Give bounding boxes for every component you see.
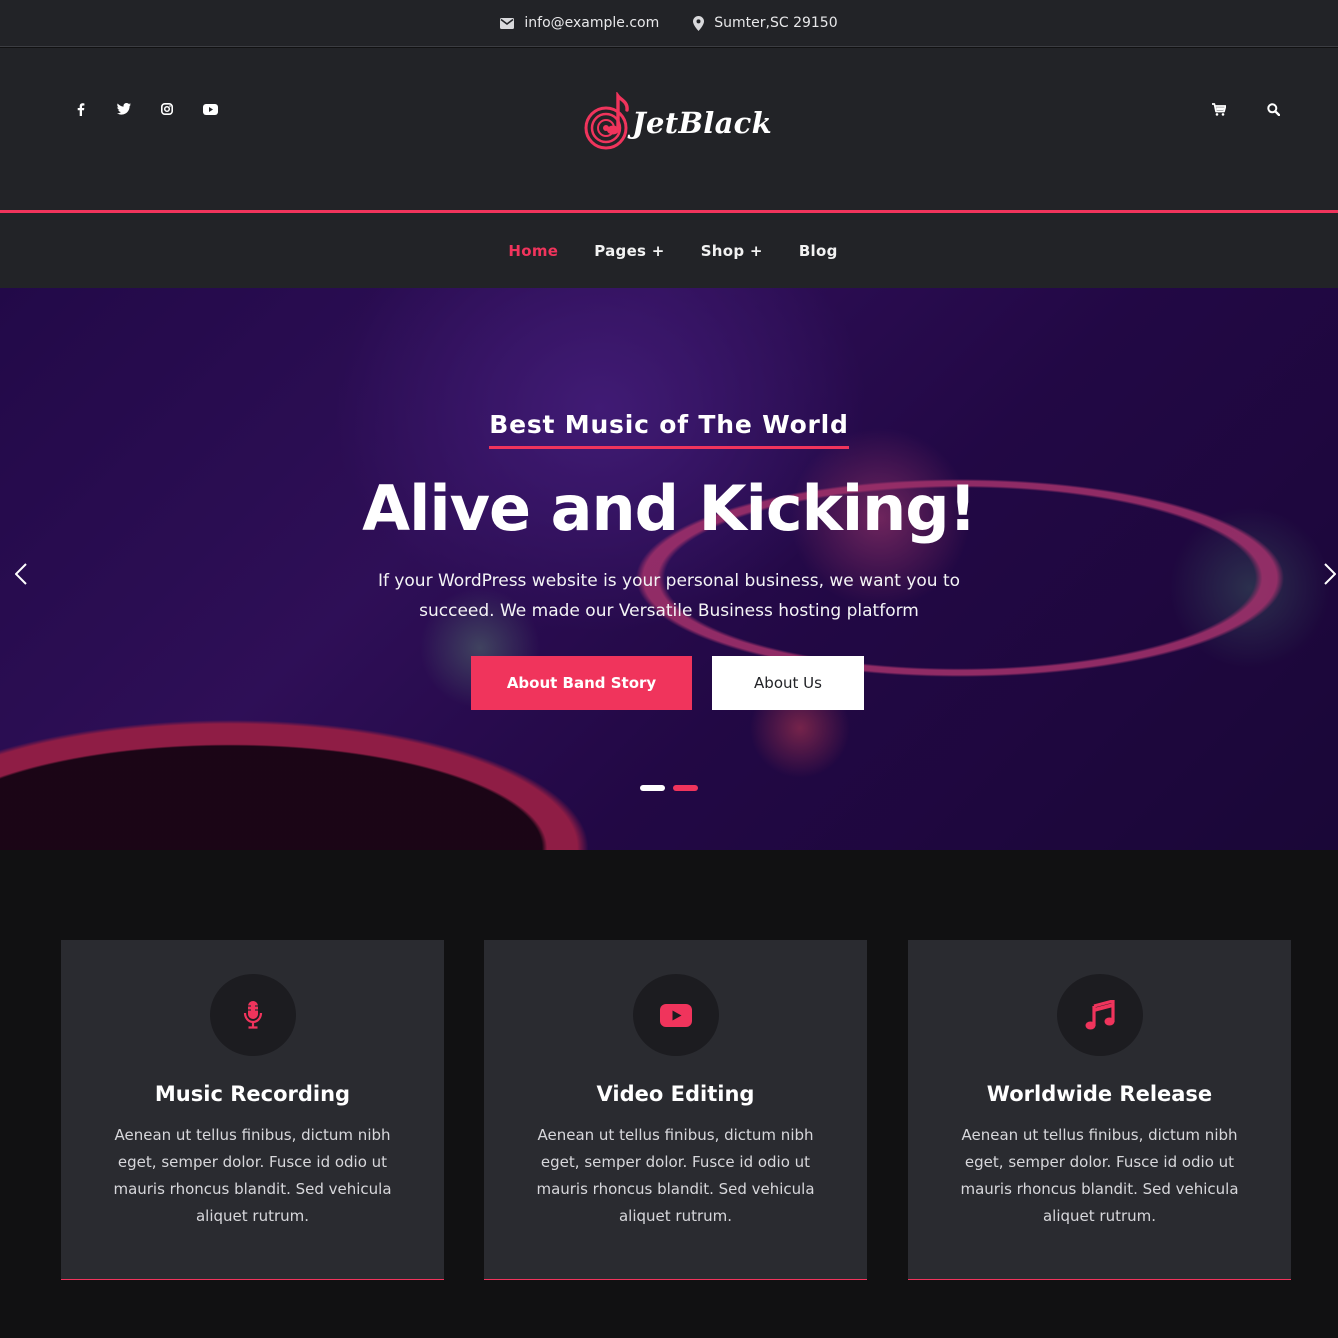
email-contact[interactable]: info@example.com — [500, 15, 659, 31]
location-text: Sumter,SC 29150 — [714, 15, 838, 31]
feature-text: Aenean ut tellus finibus, dictum nibh eg… — [960, 1126, 1239, 1225]
feature-title: Music Recording — [154, 1082, 351, 1106]
hero-slider: Best Music of The World Alive and Kickin… — [0, 288, 1338, 850]
main-navigation: Home Pages + Shop + Blog — [0, 213, 1338, 288]
header-tools — [1210, 100, 1282, 118]
slider-dot-1[interactable] — [640, 785, 665, 791]
feature-title: Worldwide Release — [986, 1082, 1213, 1106]
email-text: info@example.com — [524, 15, 660, 31]
about-band-story-button[interactable]: About Band Story — [471, 656, 692, 710]
hero-subtext: If your WordPress website is your person… — [377, 571, 961, 621]
nav-item-home[interactable]: Home — [508, 242, 558, 260]
feature-icon-circle — [633, 974, 719, 1056]
cart-icon[interactable] — [1210, 100, 1228, 118]
hero-content: Best Music of The World Alive and Kickin… — [0, 288, 1338, 850]
feature-text: Aenean ut tellus finibus, dictum nibh eg… — [536, 1126, 815, 1225]
nav-item-shop[interactable]: Shop + — [701, 242, 763, 260]
feature-card-worldwide-release: Worldwide Release Aenean ut tellus finib… — [908, 940, 1291, 1280]
chevron-right-icon — [1324, 563, 1336, 585]
slider-dot-2[interactable] — [673, 785, 698, 791]
instagram-icon[interactable] — [158, 100, 176, 118]
feature-title: Video Editing — [596, 1082, 755, 1106]
slider-next-arrow[interactable] — [1320, 562, 1338, 586]
hero-kicker-text: Best Music of The World — [489, 410, 849, 449]
slider-pagination — [640, 785, 698, 791]
logo-music-note-icon — [584, 92, 629, 150]
feature-icon-circle — [210, 974, 296, 1056]
location-contact: Sumter,SC 29150 — [693, 15, 838, 31]
twitter-icon[interactable] — [115, 100, 133, 118]
site-header: JetBlack — [0, 48, 1338, 210]
about-us-button[interactable]: About Us — [712, 656, 864, 710]
chevron-left-icon — [15, 563, 27, 585]
microphone-icon — [243, 1001, 263, 1029]
youtube-play-icon — [660, 1003, 692, 1027]
features-section: Music Recording Aenean ut tellus finibus… — [61, 940, 1291, 1280]
music-note-icon — [1085, 1000, 1115, 1030]
search-icon[interactable] — [1264, 100, 1282, 118]
hero-kicker: Best Music of The World — [0, 410, 1338, 449]
feature-card-video-editing: Video Editing Aenean ut tellus finibus, … — [484, 940, 867, 1280]
feature-card-music-recording: Music Recording Aenean ut tellus finibus… — [61, 940, 444, 1280]
slider-prev-arrow[interactable] — [11, 562, 31, 586]
nav-item-pages[interactable]: Pages + — [594, 242, 664, 260]
brand-name: JetBlack — [632, 106, 773, 140]
feature-icon-circle — [1057, 974, 1143, 1056]
top-info-bar: info@example.com Sumter,SC 29150 — [0, 0, 1338, 47]
hero-headline: Alive and Kicking! — [362, 472, 977, 545]
envelope-icon — [500, 17, 515, 29]
feature-text: Aenean ut tellus finibus, dictum nibh eg… — [113, 1126, 392, 1225]
youtube-icon[interactable] — [201, 100, 219, 118]
brand-logo[interactable]: JetBlack — [584, 92, 772, 154]
map-pin-icon — [693, 15, 705, 31]
facebook-icon[interactable] — [72, 100, 90, 118]
social-links — [72, 100, 219, 118]
nav-item-blog[interactable]: Blog — [799, 242, 838, 260]
